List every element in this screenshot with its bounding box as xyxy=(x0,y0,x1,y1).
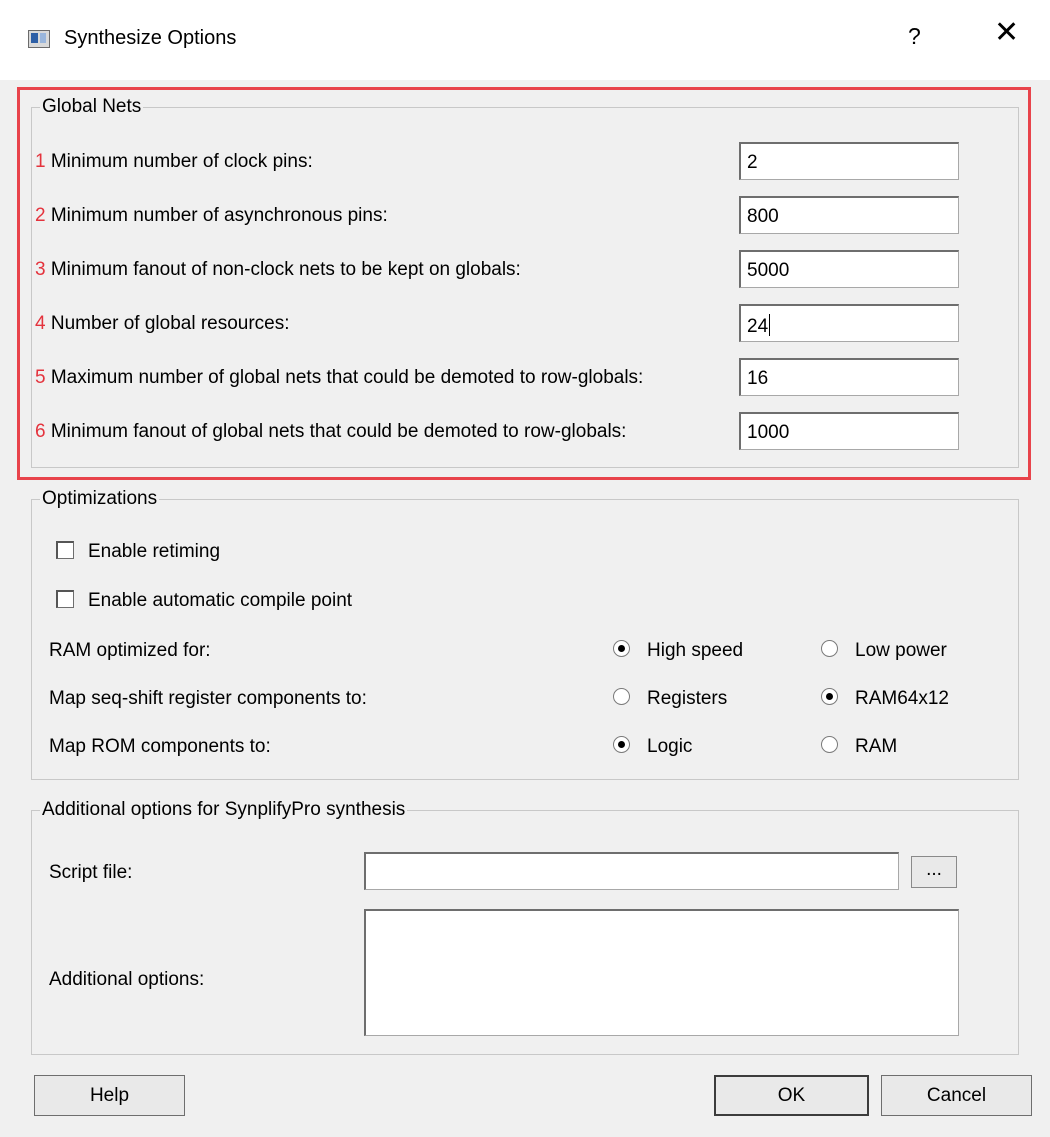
global-nets-row-4-label: 4 Number of global resources: xyxy=(35,313,290,335)
global-resources-input[interactable]: 24 xyxy=(739,304,959,342)
app-icon xyxy=(28,30,50,48)
additional-options-label: Additional options: xyxy=(49,969,205,990)
help-icon[interactable]: ? xyxy=(908,23,921,50)
enable-compile-point-checkbox[interactable] xyxy=(56,590,74,608)
seq-shift-label: Map seq-shift register components to: xyxy=(49,688,367,709)
radio-ram64x12-label: RAM64x12 xyxy=(855,688,949,709)
cancel-button[interactable]: Cancel xyxy=(881,1075,1032,1116)
row-number: 6 xyxy=(35,421,46,442)
browse-button[interactable]: ... xyxy=(911,856,957,888)
row-number: 1 xyxy=(35,151,46,172)
row-label-text: Minimum fanout of global nets that could… xyxy=(50,421,627,442)
row-number: 2 xyxy=(35,205,46,226)
row-number: 3 xyxy=(35,259,46,280)
enable-compile-point-label: Enable automatic compile point xyxy=(88,590,353,611)
additional-options-legend: Additional options for SynplifyPro synth… xyxy=(40,799,408,821)
radio-high-speed[interactable] xyxy=(613,640,630,657)
row-label-text: Number of global resources: xyxy=(50,313,290,334)
additional-options-textarea[interactable] xyxy=(364,909,959,1036)
input-value: 16 xyxy=(747,368,769,389)
radio-ram[interactable] xyxy=(821,736,838,753)
min-fanout-demoted-input[interactable]: 1000 xyxy=(739,412,959,450)
min-clock-pins-input[interactable]: 2 xyxy=(739,142,959,180)
radio-logic-label: Logic xyxy=(647,736,693,757)
row-number: 4 xyxy=(35,313,46,334)
min-fanout-nonclock-input[interactable]: 5000 xyxy=(739,250,959,288)
radio-high-speed-label: High speed xyxy=(647,640,744,661)
radio-low-power-label: Low power xyxy=(855,640,947,661)
row-label-text: Minimum number of asynchronous pins: xyxy=(50,205,388,226)
text-caret xyxy=(769,314,771,336)
script-file-label: Script file: xyxy=(49,862,133,883)
radio-ram-label: RAM xyxy=(855,736,898,757)
max-demoted-nets-input[interactable]: 16 xyxy=(739,358,959,396)
min-async-pins-input[interactable]: 800 xyxy=(739,196,959,234)
input-value: 800 xyxy=(747,206,779,227)
global-nets-row-1-label: 1 Minimum number of clock pins: xyxy=(35,151,313,173)
radio-logic[interactable] xyxy=(613,736,630,753)
enable-retiming-checkbox[interactable] xyxy=(56,541,74,559)
optimizations-legend: Optimizations xyxy=(40,488,160,510)
input-value: 2 xyxy=(747,152,758,173)
rom-label: Map ROM components to: xyxy=(49,736,271,757)
close-icon[interactable]: ✕ xyxy=(994,18,1019,48)
row-label-text: Minimum fanout of non-clock nets to be k… xyxy=(50,259,521,280)
ram-optimized-label: RAM optimized for: xyxy=(49,640,211,661)
global-nets-row-5-label: 5 Maximum number of global nets that cou… xyxy=(35,367,643,389)
radio-registers-label: Registers xyxy=(647,688,728,709)
global-nets-row-6-label: 6 Minimum fanout of global nets that cou… xyxy=(35,421,626,443)
radio-registers[interactable] xyxy=(613,688,630,705)
ok-button[interactable]: OK xyxy=(714,1075,869,1116)
row-number: 5 xyxy=(35,367,46,388)
global-nets-row-2-label: 2 Minimum number of asynchronous pins: xyxy=(35,205,388,227)
row-label-text: Maximum number of global nets that could… xyxy=(50,367,644,388)
title-bar: Synthesize Options ? ✕ xyxy=(0,0,1050,80)
window-title: Synthesize Options xyxy=(64,27,237,49)
global-nets-row-3-label: 3 Minimum fanout of non-clock nets to be… xyxy=(35,259,521,281)
help-button[interactable]: Help xyxy=(34,1075,185,1116)
input-value: 5000 xyxy=(747,260,790,281)
script-file-input[interactable] xyxy=(364,852,899,890)
input-value: 1000 xyxy=(747,422,790,443)
row-label-text: Minimum number of clock pins: xyxy=(50,151,313,172)
enable-retiming-label: Enable retiming xyxy=(88,541,221,562)
radio-low-power[interactable] xyxy=(821,640,838,657)
radio-ram64x12[interactable] xyxy=(821,688,838,705)
input-value: 24 xyxy=(747,316,769,337)
